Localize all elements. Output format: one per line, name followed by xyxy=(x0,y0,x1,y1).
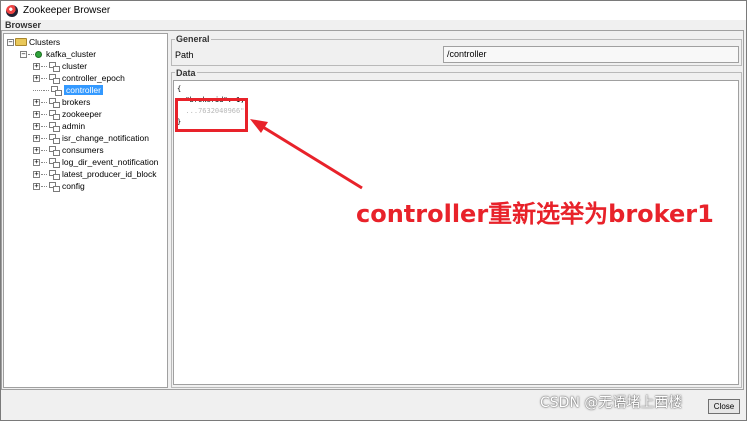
watermark: CSDN @无语堵上西楼 xyxy=(540,395,683,411)
annotation-text: controller重新选举为broker1 xyxy=(356,200,714,228)
close-button[interactable]: Close xyxy=(708,399,740,414)
